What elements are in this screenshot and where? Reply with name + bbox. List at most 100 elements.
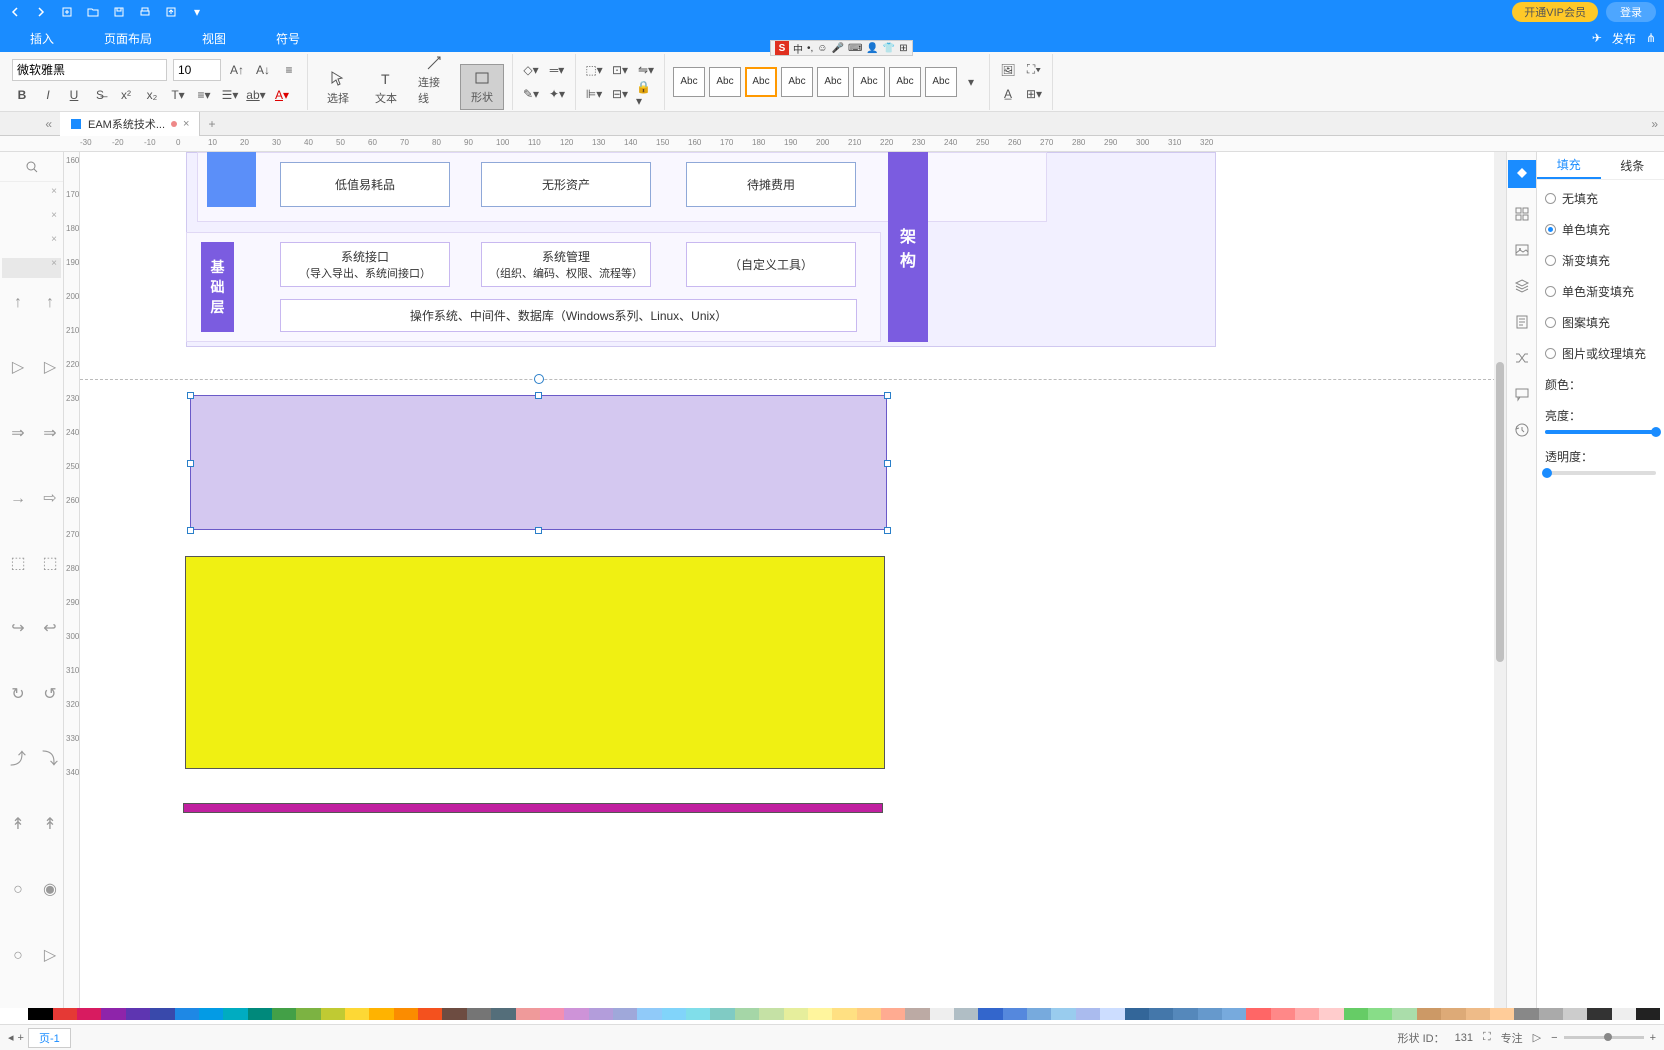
color-swatch[interactable] — [442, 1008, 466, 1020]
color-swatch[interactable] — [1612, 1008, 1636, 1020]
shape-item[interactable]: ▷ — [38, 943, 62, 967]
color-swatch[interactable] — [1344, 1008, 1368, 1020]
focus-label[interactable]: 专注 — [1501, 1030, 1523, 1046]
shape-item[interactable]: ◉ — [38, 877, 62, 901]
color-swatch[interactable] — [223, 1008, 247, 1020]
color-swatch[interactable] — [832, 1008, 856, 1020]
color-swatch[interactable] — [199, 1008, 223, 1020]
color-swatch[interactable] — [1441, 1008, 1465, 1020]
document-tab[interactable]: EAM系统技术... × — [60, 112, 200, 136]
color-swatch[interactable] — [418, 1008, 442, 1020]
handle-se[interactable] — [884, 527, 891, 534]
color-swatch[interactable] — [272, 1008, 296, 1020]
color-swatch[interactable] — [248, 1008, 272, 1020]
color-swatch[interactable] — [881, 1008, 905, 1020]
prop-tab-line[interactable]: 线条 — [1601, 152, 1664, 179]
line-spacing-icon[interactable]: ≡▾ — [194, 85, 214, 105]
tab-close-icon[interactable]: × — [183, 118, 189, 130]
shapes-search[interactable] — [0, 152, 63, 182]
ime-toolbar[interactable]: S 中 •, ☺ 🎤 ⌨ 👤 👕 ⊞ — [770, 40, 913, 56]
color-swatch[interactable] — [1076, 1008, 1100, 1020]
style-preset-8[interactable]: Abc — [925, 67, 957, 97]
handle-n[interactable] — [535, 392, 542, 399]
box-interface[interactable]: 系统接口（导入导出、系统间接口） — [280, 242, 450, 287]
color-swatch[interactable] — [126, 1008, 150, 1020]
ime-punct-icon[interactable]: •, — [807, 43, 813, 54]
redo-icon[interactable] — [34, 5, 48, 19]
ime-voice-icon[interactable]: 🎤 — [832, 43, 844, 54]
save-icon[interactable] — [112, 5, 126, 19]
handle-e[interactable] — [884, 460, 891, 467]
align-icon[interactable]: ≡ — [279, 60, 299, 80]
italic-icon[interactable]: I — [38, 85, 58, 105]
shape-item[interactable]: ⤵ — [38, 747, 62, 771]
color-swatch[interactable] — [491, 1008, 515, 1020]
color-swatch[interactable] — [516, 1008, 540, 1020]
dock-image-icon[interactable] — [1512, 240, 1532, 260]
dock-grid-icon[interactable] — [1512, 204, 1532, 224]
image-icon[interactable]: 🖼 — [998, 60, 1018, 80]
dock-close-4[interactable]: × — [2, 258, 61, 278]
panel-collapse-icon[interactable]: « — [0, 117, 60, 131]
color-swatch[interactable] — [978, 1008, 1002, 1020]
color-swatch[interactable] — [759, 1008, 783, 1020]
shape-item[interactable]: ↺ — [38, 682, 62, 706]
style-preset-7[interactable]: Abc — [889, 67, 921, 97]
publish-icon[interactable]: ✈ — [1592, 31, 1602, 45]
color-swatch[interactable] — [1514, 1008, 1538, 1020]
zoom-slider[interactable] — [1564, 1036, 1644, 1039]
superscript-icon[interactable]: x² — [116, 85, 136, 105]
blue-box[interactable] — [207, 152, 256, 207]
color-swatch[interactable] — [1222, 1008, 1246, 1020]
shape-item[interactable]: ↟ — [38, 812, 62, 836]
ime-kbd-icon[interactable]: ⌨ — [848, 43, 862, 54]
present-icon[interactable]: ▷ — [1533, 1031, 1541, 1044]
distribute-icon[interactable]: ⊟▾ — [610, 84, 630, 104]
box-management[interactable]: 系统管理（组织、编码、权限、流程等） — [481, 242, 651, 287]
crop-icon[interactable]: ⛶▾ — [1024, 60, 1044, 80]
color-swatch[interactable] — [710, 1008, 734, 1020]
font-tool-icon[interactable]: A̲ — [998, 84, 1018, 104]
brightness-slider[interactable] — [1545, 430, 1656, 434]
zoom-out-icon[interactable]: − — [1551, 1032, 1557, 1044]
color-swatch[interactable] — [540, 1008, 564, 1020]
fill-none[interactable]: 无填充 — [1545, 190, 1656, 207]
shape-item[interactable]: ▷ — [38, 355, 62, 379]
shape-item[interactable]: ⇨ — [38, 486, 62, 510]
dock-close-3[interactable]: × — [2, 234, 61, 254]
tab-add-icon[interactable]: + — [200, 117, 223, 131]
handle-ne[interactable] — [884, 392, 891, 399]
color-swatch[interactable] — [784, 1008, 808, 1020]
lock-icon[interactable]: 🔒▾ — [636, 84, 656, 104]
shape-item[interactable]: ↟ — [6, 812, 30, 836]
menu-insert[interactable]: 插入 — [30, 30, 54, 47]
effects-icon[interactable]: ✦▾ — [547, 84, 567, 104]
arrange-icon[interactable]: ⬚▾ — [584, 60, 604, 80]
color-swatch[interactable] — [1198, 1008, 1222, 1020]
handle-sw[interactable] — [187, 527, 194, 534]
share-icon[interactable]: ⋔ — [1646, 31, 1656, 45]
text-format-icon[interactable]: T▾ — [168, 85, 188, 105]
strike-icon[interactable]: S̶ — [90, 85, 110, 105]
fill-image[interactable]: 图片或纹理填充 — [1545, 345, 1656, 362]
dock-shuffle-icon[interactable] — [1512, 348, 1532, 368]
color-swatch[interactable] — [637, 1008, 661, 1020]
canvas[interactable]: 低值易耗品 无形资产 待摊费用 架构 基础层 系统接口（导入导出、系统间接口） … — [80, 152, 1506, 1008]
export-icon[interactable] — [164, 5, 178, 19]
color-swatch[interactable] — [467, 1008, 491, 1020]
undo-icon[interactable] — [8, 5, 22, 19]
color-swatch[interactable] — [613, 1008, 637, 1020]
vip-button[interactable]: 开通VIP会员 — [1512, 2, 1598, 22]
color-swatch[interactable] — [1490, 1008, 1514, 1020]
fill-color-icon[interactable]: ◇▾ — [521, 60, 541, 80]
color-swatch[interactable] — [1539, 1008, 1563, 1020]
ime-user-icon[interactable]: 👤 — [866, 43, 878, 54]
tool-text[interactable]: T文本 — [364, 66, 408, 110]
color-swatch[interactable] — [1563, 1008, 1587, 1020]
shape-item[interactable]: ↑ — [6, 290, 30, 314]
dock-history-icon[interactable] — [1512, 420, 1532, 440]
line-style-icon[interactable]: ═▾ — [547, 60, 567, 80]
highlight-icon[interactable]: ab▾ — [246, 85, 266, 105]
dock-close-1[interactable]: × — [2, 186, 61, 206]
style-preset-1[interactable]: Abc — [673, 67, 705, 97]
